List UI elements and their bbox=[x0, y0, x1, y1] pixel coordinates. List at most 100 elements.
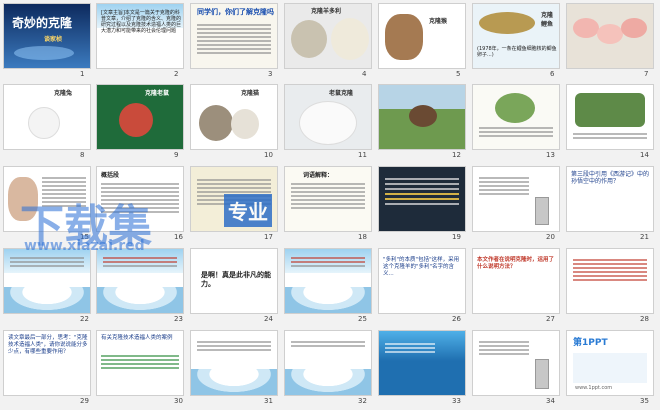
slide-thumbnail-12[interactable] bbox=[378, 84, 466, 150]
pig-image bbox=[621, 18, 647, 38]
text-lines bbox=[103, 255, 177, 269]
tree-image bbox=[575, 93, 645, 127]
slide-thumbnail-6[interactable]: 克隆鲤鱼 (1978年，一条在鲤鱼细胞核的鲫鱼卵子...) bbox=[472, 3, 560, 69]
slide-thumbnail-31[interactable] bbox=[190, 330, 278, 396]
column-image bbox=[535, 197, 549, 225]
slide-number: 29 bbox=[80, 397, 89, 405]
mice-image bbox=[119, 103, 153, 137]
slide-number: 27 bbox=[546, 315, 555, 323]
monkey-image bbox=[385, 14, 423, 60]
slide-number: 18 bbox=[358, 233, 367, 241]
text-lines bbox=[42, 175, 86, 209]
slide-number: 2 bbox=[174, 70, 179, 78]
text-lines bbox=[479, 125, 553, 139]
slide-thumbnail-5[interactable]: 克隆猴 bbox=[378, 3, 466, 69]
slide-number: 34 bbox=[546, 397, 555, 405]
slide-body: 本文作者在说明克隆时，运用了什么说明方法？ bbox=[477, 257, 555, 270]
slide-thumbnail-34[interactable] bbox=[472, 330, 560, 396]
slide-thumbnail-15[interactable] bbox=[3, 166, 91, 232]
slide-number: 22 bbox=[80, 315, 89, 323]
text-lines bbox=[197, 339, 271, 353]
text-lines bbox=[385, 175, 459, 208]
text-lines bbox=[197, 22, 271, 56]
slide-thumbnail-13[interactable] bbox=[472, 84, 560, 150]
slide-thumbnail-29[interactable]: 读文章最后一部分，思考："克隆技术造福人类"，请你说说能分多少点，有哪些重要作用… bbox=[3, 330, 91, 396]
ppt-url: www.1ppt.com bbox=[575, 385, 613, 391]
slide-title: 克隆羊多利 bbox=[311, 8, 342, 15]
slide-body: [文章主旨]本文是一篇关于克隆的科普文章，介绍了克隆的含义、克隆的研究过程以及克… bbox=[101, 10, 182, 34]
slide-number: 6 bbox=[550, 70, 555, 78]
slide-thumbnail-19[interactable] bbox=[378, 166, 466, 232]
slide-number: 20 bbox=[546, 233, 555, 241]
promo-panel bbox=[573, 353, 647, 383]
slide-thumbnail-18[interactable]: 词语解释： bbox=[284, 166, 372, 232]
slide-number: 12 bbox=[452, 151, 461, 159]
slide-subtitle: 谈家桢 bbox=[44, 36, 63, 43]
text-lines bbox=[573, 131, 647, 141]
plant-image bbox=[495, 93, 535, 123]
slide-thumbnail-33[interactable] bbox=[378, 330, 466, 396]
slide-thumbnail-22[interactable] bbox=[3, 248, 91, 314]
slide-number: 8 bbox=[80, 151, 85, 159]
rat-image bbox=[299, 101, 357, 145]
carp-image bbox=[479, 12, 535, 34]
slide-thumbnail-4[interactable]: 克隆羊多利 bbox=[284, 3, 372, 69]
slide-thumbnail-27[interactable]: 本文作者在说明克隆时，运用了什么说明方法？ bbox=[472, 248, 560, 314]
text-lines bbox=[197, 177, 271, 207]
slide-caption: (1978年，一条在鲤鱼细胞核的鲫鱼卵子...) bbox=[477, 46, 557, 58]
slide-thumbnail-20[interactable] bbox=[472, 166, 560, 232]
slide-thumbnail-32[interactable] bbox=[284, 330, 372, 396]
slide-title: 克隆猫 bbox=[241, 90, 260, 97]
slide-number: 11 bbox=[358, 151, 367, 159]
slide-thumbnail-35[interactable]: 第1PPT www.1ppt.com bbox=[566, 330, 654, 396]
slide-number: 35 bbox=[640, 397, 649, 405]
slide-number: 16 bbox=[174, 233, 183, 241]
open-book-graphic bbox=[4, 287, 90, 313]
open-book-graphic bbox=[285, 369, 371, 395]
slide-title: 老鼠克隆 bbox=[329, 90, 354, 97]
pig-image bbox=[597, 24, 623, 44]
slide-title: 克隆鲤鱼 bbox=[541, 12, 554, 28]
slide-number: 28 bbox=[640, 315, 649, 323]
text-lines bbox=[101, 181, 179, 215]
cat-image bbox=[231, 109, 259, 139]
slide-thumbnail-3[interactable]: 同学们，你们了解克隆吗 bbox=[190, 3, 278, 69]
slide-thumbnail-9[interactable]: 克隆老鼠 bbox=[96, 84, 184, 150]
slide-thumbnail-28[interactable] bbox=[566, 248, 654, 314]
slide-thumbnail-16[interactable]: 概括段 bbox=[96, 166, 184, 232]
slide-thumbnail-26[interactable]: "多利"的本质"包括"这样，采用这个克隆羊的"多利"名字的含义... bbox=[378, 248, 466, 314]
slide-thumbnail-17[interactable] bbox=[190, 166, 278, 232]
slide-thumbnail-1[interactable]: 奇妙的克隆 谈家桢 bbox=[3, 3, 91, 69]
slide-thumbnail-10[interactable]: 克隆猫 bbox=[190, 84, 278, 150]
slide-thumbnail-7[interactable] bbox=[566, 3, 654, 69]
slide-thumbnail-8[interactable]: 克隆兔 bbox=[3, 84, 91, 150]
slide-title: 克隆老鼠 bbox=[145, 90, 170, 97]
slide-thumbnail-21[interactable]: 第三段中引用《西游记》中的孙悟空中的作用？ bbox=[566, 166, 654, 232]
column-image bbox=[535, 359, 549, 389]
slide-thumbnail-23[interactable] bbox=[96, 248, 184, 314]
slide-number: 15 bbox=[80, 233, 89, 241]
slide-thumbnail-30[interactable]: 有关克隆技术造福人类的案例 bbox=[96, 330, 184, 396]
text-lines bbox=[291, 181, 365, 211]
text-lines bbox=[573, 257, 647, 283]
slide-thumbnail-2[interactable]: [文章主旨]本文是一篇关于克隆的科普文章，介绍了克隆的含义、克隆的研究过程以及克… bbox=[96, 3, 184, 69]
slide-number: 33 bbox=[452, 397, 461, 405]
slide-title: 克隆兔 bbox=[54, 90, 73, 97]
cat-image bbox=[199, 105, 233, 141]
slide-number: 7 bbox=[644, 70, 649, 78]
pig-image bbox=[573, 18, 599, 38]
slide-number: 25 bbox=[358, 315, 367, 323]
text-lines bbox=[291, 339, 365, 349]
slide-thumbnail-24[interactable]: 是啊！真是此非凡的能力。 bbox=[190, 248, 278, 314]
slide-body: 读文章最后一部分，思考："克隆技术造福人类"，请你说说能分多少点，有哪些重要作用… bbox=[8, 335, 88, 355]
text-lines bbox=[101, 353, 179, 371]
slide-thumbnail-14[interactable] bbox=[566, 84, 654, 150]
slide-title: 奇妙的克隆 bbox=[12, 16, 73, 30]
slide-thumbnail-25[interactable] bbox=[284, 248, 372, 314]
slide-body: 第三段中引用《西游记》中的孙悟空中的作用？ bbox=[571, 171, 650, 185]
horse-image bbox=[409, 105, 437, 127]
text-lines bbox=[10, 255, 84, 269]
slide-number: 17 bbox=[264, 233, 273, 241]
slide-thumbnail-11[interactable]: 老鼠克隆 bbox=[284, 84, 372, 150]
text-lines bbox=[479, 339, 529, 357]
